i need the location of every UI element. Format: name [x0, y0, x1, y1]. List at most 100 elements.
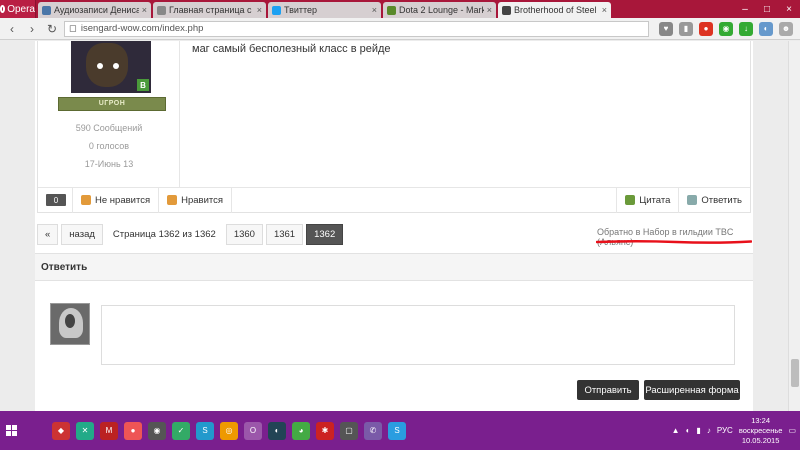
lounge-icon — [387, 5, 396, 15]
clock[interactable]: 13:24 воскресенье 10.05.2015 — [739, 416, 783, 446]
app-icon[interactable]: M — [100, 421, 118, 440]
user-icon[interactable]: ☻ — [779, 21, 793, 36]
notifications-icon[interactable]: ▭ — [788, 426, 796, 435]
tray-arrow-icon[interactable]: ▲ — [672, 426, 680, 435]
tab-dota2-lounge[interactable]: Dota 2 Lounge - Marketpl × — [383, 2, 496, 18]
reload-icon[interactable]: ↻ — [44, 22, 60, 36]
vk-icon — [42, 5, 51, 15]
download-icon[interactable]: ↓ — [739, 21, 753, 36]
tab-label: Твиттер — [284, 5, 318, 15]
windows-taskbar: ◆ ✕ M ● ◉ ✓ S ◎ O ◐ ◕ ✱ ▢ ✆ S ▲ ◐ ▮ ♪ РУ… — [0, 411, 800, 450]
forum-post: B UГРОН 590 Сообщений 0 голосов 17-Июнь … — [37, 41, 751, 213]
reply-post-button[interactable]: Ответить — [678, 187, 750, 213]
browser-tab-bar: Opera Аудиозаписи Дениса Зах × Главная с… — [0, 0, 800, 18]
opera-menu-label: Opera — [7, 3, 35, 15]
page-link-1360[interactable]: 1360 — [225, 224, 263, 245]
clock-day: воскресенье — [738, 425, 783, 435]
scrollbar-thumb[interactable] — [791, 359, 799, 387]
chrome-icon[interactable]: ◕ — [292, 421, 310, 440]
tab-label: Brotherhood of Steel - Cry — [514, 5, 599, 15]
prev-page-button[interactable]: назад — [61, 224, 103, 245]
close-tab-icon[interactable]: × — [372, 5, 377, 15]
app-icon[interactable]: S — [196, 421, 214, 440]
url-field[interactable]: ◻ isengard-wow.com/index.php — [64, 20, 649, 37]
adblock-icon[interactable]: ● — [699, 21, 713, 36]
message-count: 590 Сообщений — [75, 123, 143, 133]
quote-button[interactable]: Цитата — [616, 187, 678, 213]
tab-vk-audio[interactable]: Аудиозаписи Дениса Зах × — [38, 2, 151, 18]
page-link-current: 1362 — [306, 224, 344, 245]
close-tab-icon[interactable]: × — [487, 5, 492, 15]
vpn-icon[interactable]: ◐ — [759, 21, 773, 36]
url-text: isengard-wow.com/index.php — [80, 23, 204, 34]
like-label: Нравится — [181, 194, 224, 206]
tab-label: Главная страница с DOTA — [169, 5, 254, 15]
app-icon[interactable]: ● — [124, 421, 142, 440]
page-scrollbar[interactable] — [788, 41, 800, 411]
extension-icon[interactable]: ◉ — [719, 21, 733, 36]
thumbs-down-icon — [81, 195, 91, 205]
close-window-icon[interactable]: × — [778, 0, 800, 18]
app-icon[interactable]: ◎ — [220, 421, 238, 440]
reply-post-label: Ответить — [701, 194, 742, 206]
tab-twitter[interactable]: Твиттер × — [268, 2, 381, 18]
steam-icon[interactable]: ◐ — [268, 421, 286, 440]
vote-count: 0 голосов — [88, 141, 130, 151]
reply-section-heading: Ответить — [35, 253, 753, 281]
app-icon[interactable]: ✓ — [172, 421, 190, 440]
user-avatar[interactable]: B — [71, 41, 151, 93]
volume-icon[interactable]: ♪ — [707, 426, 711, 435]
join-date: 17-Июнь 13 — [84, 159, 134, 169]
user-title: UГРОН — [58, 97, 166, 111]
clock-date: 10.05.2015 — [741, 435, 780, 445]
opera-menu-button[interactable]: Opera — [0, 0, 36, 18]
maximize-icon[interactable]: □ — [756, 0, 778, 18]
clock-time: 13:24 — [751, 415, 771, 425]
opera-taskbar-icon[interactable]: O — [244, 421, 262, 440]
page-link-1361[interactable]: 1361 — [265, 224, 304, 245]
post-score: 0 — [46, 194, 66, 206]
heart-icon[interactable]: ♥ — [659, 21, 673, 36]
twitter-icon — [272, 5, 281, 15]
reply-textarea[interactable] — [101, 305, 735, 365]
dislike-button[interactable]: Не нравится — [72, 187, 160, 213]
forward-arrow-icon[interactable]: › — [24, 22, 40, 36]
dislike-label: Не нравится — [95, 194, 151, 206]
back-arrow-icon[interactable]: ‹ — [4, 22, 20, 36]
post-actions: 0 Не нравится Нравится Цитата Ответить — [38, 187, 750, 213]
back-to-forum-link[interactable]: Обратно в Набор в гильдии TBC (Альянс) — [597, 227, 753, 247]
pagination: « назад Страница 1362 из 1362 1360 1361 … — [37, 224, 344, 245]
app-icon[interactable]: ◆ — [52, 421, 70, 440]
red-underline-annotation — [596, 240, 752, 244]
skype-icon[interactable]: S — [388, 421, 406, 440]
first-page-button[interactable]: « — [37, 224, 59, 245]
download-bar-icon[interactable]: ▮ — [679, 21, 693, 36]
tab-dota-main[interactable]: Главная страница с DOTA × — [153, 2, 266, 18]
viber-icon[interactable]: ✆ — [364, 421, 382, 440]
send-button[interactable]: Отправить — [577, 380, 639, 400]
tab-label: Аудиозаписи Дениса Зах — [54, 5, 139, 15]
like-button[interactable]: Нравится — [159, 187, 233, 213]
tab-label: Dota 2 Lounge - Marketpl — [399, 5, 484, 15]
user-pane: B UГРОН 590 Сообщений 0 голосов 17-Июнь … — [38, 41, 180, 187]
quote-icon — [625, 195, 636, 205]
advanced-form-button[interactable]: Расширенная форма — [644, 380, 740, 400]
system-tray: ▲ ◐ ▮ ♪ РУС 13:24 воскресенье 10.05.2015… — [672, 411, 796, 450]
close-tab-icon[interactable]: × — [142, 5, 147, 15]
tab-brotherhood[interactable]: Brotherhood of Steel - Cry × — [498, 2, 611, 18]
address-bar: ‹ › ↻ ◻ isengard-wow.com/index.php ♥ ▮ ●… — [0, 18, 800, 40]
windows-logo-icon — [5, 425, 17, 436]
app-icon[interactable]: ✱ — [316, 421, 334, 440]
window-controls: – □ × — [734, 0, 800, 18]
minimize-icon[interactable]: – — [734, 0, 756, 18]
steam-tray-icon[interactable]: ◐ — [686, 426, 691, 435]
close-tab-icon[interactable]: × — [602, 5, 607, 15]
close-tab-icon[interactable]: × — [257, 5, 262, 15]
app-icon[interactable]: ◉ — [148, 421, 166, 440]
post-message: маг самый бесполезный класс в рейде — [192, 43, 391, 55]
network-icon[interactable]: ▮ — [696, 426, 700, 435]
app-icon[interactable]: ▢ — [340, 421, 358, 440]
app-icon[interactable]: ✕ — [76, 421, 94, 440]
start-button[interactable] — [0, 411, 22, 450]
keyboard-language[interactable]: РУС — [717, 426, 733, 435]
